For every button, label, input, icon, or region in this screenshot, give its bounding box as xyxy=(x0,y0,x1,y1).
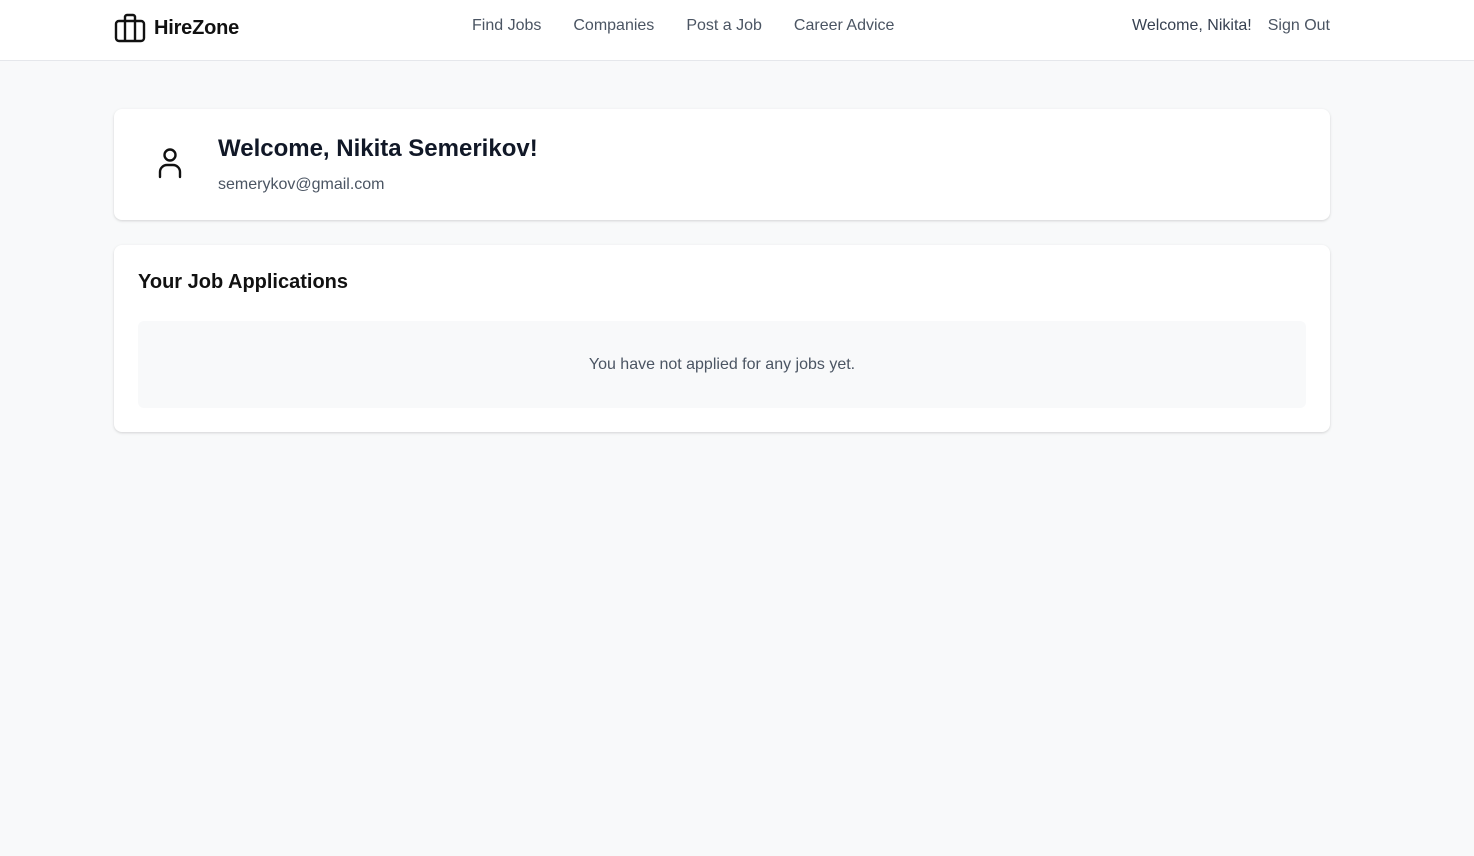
nav-companies[interactable]: Companies xyxy=(573,17,654,35)
job-applications-card: Your Job Applications You have not appli… xyxy=(114,245,1330,432)
user-nav: Welcome, Nikita! Sign Out xyxy=(1132,17,1330,35)
nav-find-jobs[interactable]: Find Jobs xyxy=(472,17,541,35)
profile-card: Welcome, Nikita Semerikov! semerykov@gma… xyxy=(114,109,1330,220)
brand-name: HireZone xyxy=(154,16,240,39)
user-icon xyxy=(154,145,186,181)
profile-welcome-title: Welcome, Nikita Semerikov! xyxy=(218,135,538,162)
welcome-greeting: Welcome, Nikita! xyxy=(1132,17,1252,34)
brand-logo-link[interactable]: HireZone xyxy=(114,12,239,44)
navbar-container: HireZone Find Jobs Companies Post a Job … xyxy=(114,0,1330,60)
briefcase-icon xyxy=(114,12,146,44)
applications-empty-state: You have not applied for any jobs yet. xyxy=(138,321,1306,408)
applications-title: Your Job Applications xyxy=(138,271,349,293)
nav-post-a-job[interactable]: Post a Job xyxy=(686,17,762,35)
profile-email: semerykov@gmail.com xyxy=(218,176,385,193)
main-nav: Find Jobs Companies Post a Job Career Ad… xyxy=(472,17,894,35)
nav-career-advice[interactable]: Career Advice xyxy=(794,17,895,35)
top-navbar: HireZone Find Jobs Companies Post a Job … xyxy=(0,0,1474,61)
empty-state-message: You have not applied for any jobs yet. xyxy=(588,355,856,373)
sign-out-link[interactable]: Sign Out xyxy=(1268,17,1330,35)
